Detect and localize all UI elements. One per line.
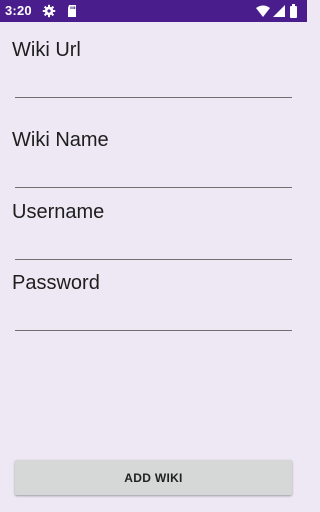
status-bar: 3:20 bbox=[0, 0, 307, 22]
add-wiki-button[interactable]: ADD WIKI bbox=[15, 460, 292, 495]
password-input[interactable] bbox=[15, 303, 292, 331]
system-indicators bbox=[256, 4, 297, 18]
password-label: Password bbox=[12, 272, 100, 294]
status-time: 3:20 bbox=[5, 3, 32, 18]
wifi-icon bbox=[256, 5, 270, 17]
signal-icon bbox=[273, 5, 285, 17]
wiki-name-input[interactable] bbox=[15, 160, 292, 188]
wiki-url-input[interactable] bbox=[15, 70, 292, 98]
gear-icon bbox=[42, 4, 56, 18]
wiki-url-label: Wiki Url bbox=[12, 39, 81, 61]
battery-icon bbox=[290, 4, 297, 18]
wiki-name-label: Wiki Name bbox=[12, 129, 109, 151]
username-input[interactable] bbox=[15, 232, 292, 260]
username-label: Username bbox=[12, 201, 105, 223]
sd-card-icon bbox=[68, 5, 76, 17]
